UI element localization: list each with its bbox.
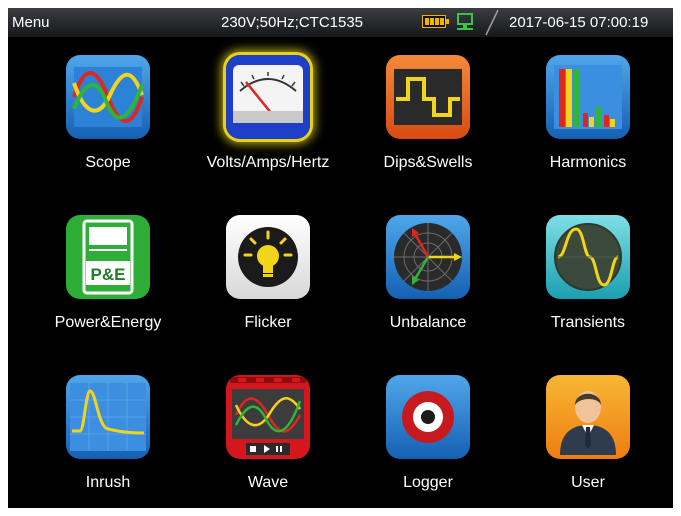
meter-icon bbox=[226, 55, 310, 139]
power-energy-icon: P&E bbox=[66, 215, 150, 299]
power-energy-icon-text: P&E bbox=[91, 265, 126, 284]
menu-item-label: Dips&Swells bbox=[383, 154, 473, 171]
menu-item-inrush[interactable]: Inrush bbox=[28, 357, 188, 507]
menu-item-label: Wave bbox=[247, 474, 289, 491]
wave-icon bbox=[226, 375, 310, 459]
menu-item-flicker[interactable]: Flicker bbox=[188, 197, 348, 347]
menu-item-label: Transients bbox=[550, 314, 626, 331]
menu-item-power-energy[interactable]: P&E Power&Energy bbox=[28, 197, 188, 347]
menu-item-label: Flicker bbox=[244, 314, 292, 331]
transients-icon bbox=[546, 215, 630, 299]
flicker-bulb-icon bbox=[226, 215, 310, 299]
status-bar: Menu 230V;50Hz;CTC1535 2017-06-15 07:00:… bbox=[8, 8, 673, 37]
menu-item-label: Scope bbox=[85, 154, 131, 171]
datetime: 2017-06-15 07:00:19 bbox=[509, 14, 649, 31]
menu-grid: Scope Volts/Amps/Hertz Dips&Swells Harmo… bbox=[8, 37, 673, 508]
menu-item-label: Volts/Amps/Hertz bbox=[206, 154, 330, 171]
scope-icon bbox=[66, 55, 150, 139]
user-icon bbox=[546, 375, 630, 459]
menu-item-wave[interactable]: Wave bbox=[188, 357, 348, 507]
menu-item-harmonics[interactable]: Harmonics bbox=[508, 37, 668, 187]
network-icon bbox=[454, 11, 476, 33]
battery-icon bbox=[422, 15, 449, 28]
device-screen: Menu 230V;50Hz;CTC1535 2017-06-15 07:00:… bbox=[8, 8, 673, 508]
supply-info: 230V;50Hz;CTC1535 bbox=[221, 14, 364, 31]
menu-item-label: Unbalance bbox=[389, 314, 467, 331]
inrush-icon bbox=[66, 375, 150, 459]
menu-item-transients[interactable]: Transients bbox=[508, 197, 668, 347]
menu-item-dips-swells[interactable]: Dips&Swells bbox=[348, 37, 508, 187]
menu-title: Menu bbox=[12, 14, 50, 31]
menu-item-label: User bbox=[571, 474, 605, 491]
menu-item-label: Power&Energy bbox=[54, 314, 162, 331]
harmonics-icon bbox=[546, 55, 630, 139]
menu-item-scope[interactable]: Scope bbox=[28, 37, 188, 187]
menu-item-label: Logger bbox=[403, 474, 453, 491]
menu-item-label: Inrush bbox=[85, 474, 131, 491]
menu-item-unbalance[interactable]: Unbalance bbox=[348, 197, 508, 347]
unbalance-vector-icon bbox=[386, 215, 470, 299]
menu-item-label: Harmonics bbox=[549, 154, 627, 171]
logger-record-icon bbox=[386, 375, 470, 459]
menu-item-user[interactable]: User bbox=[508, 357, 668, 507]
dips-swells-icon bbox=[386, 55, 470, 139]
menu-item-logger[interactable]: Logger bbox=[348, 357, 508, 507]
status-separator bbox=[485, 9, 499, 36]
menu-item-volts-amps-hertz[interactable]: Volts/Amps/Hertz bbox=[188, 37, 348, 187]
